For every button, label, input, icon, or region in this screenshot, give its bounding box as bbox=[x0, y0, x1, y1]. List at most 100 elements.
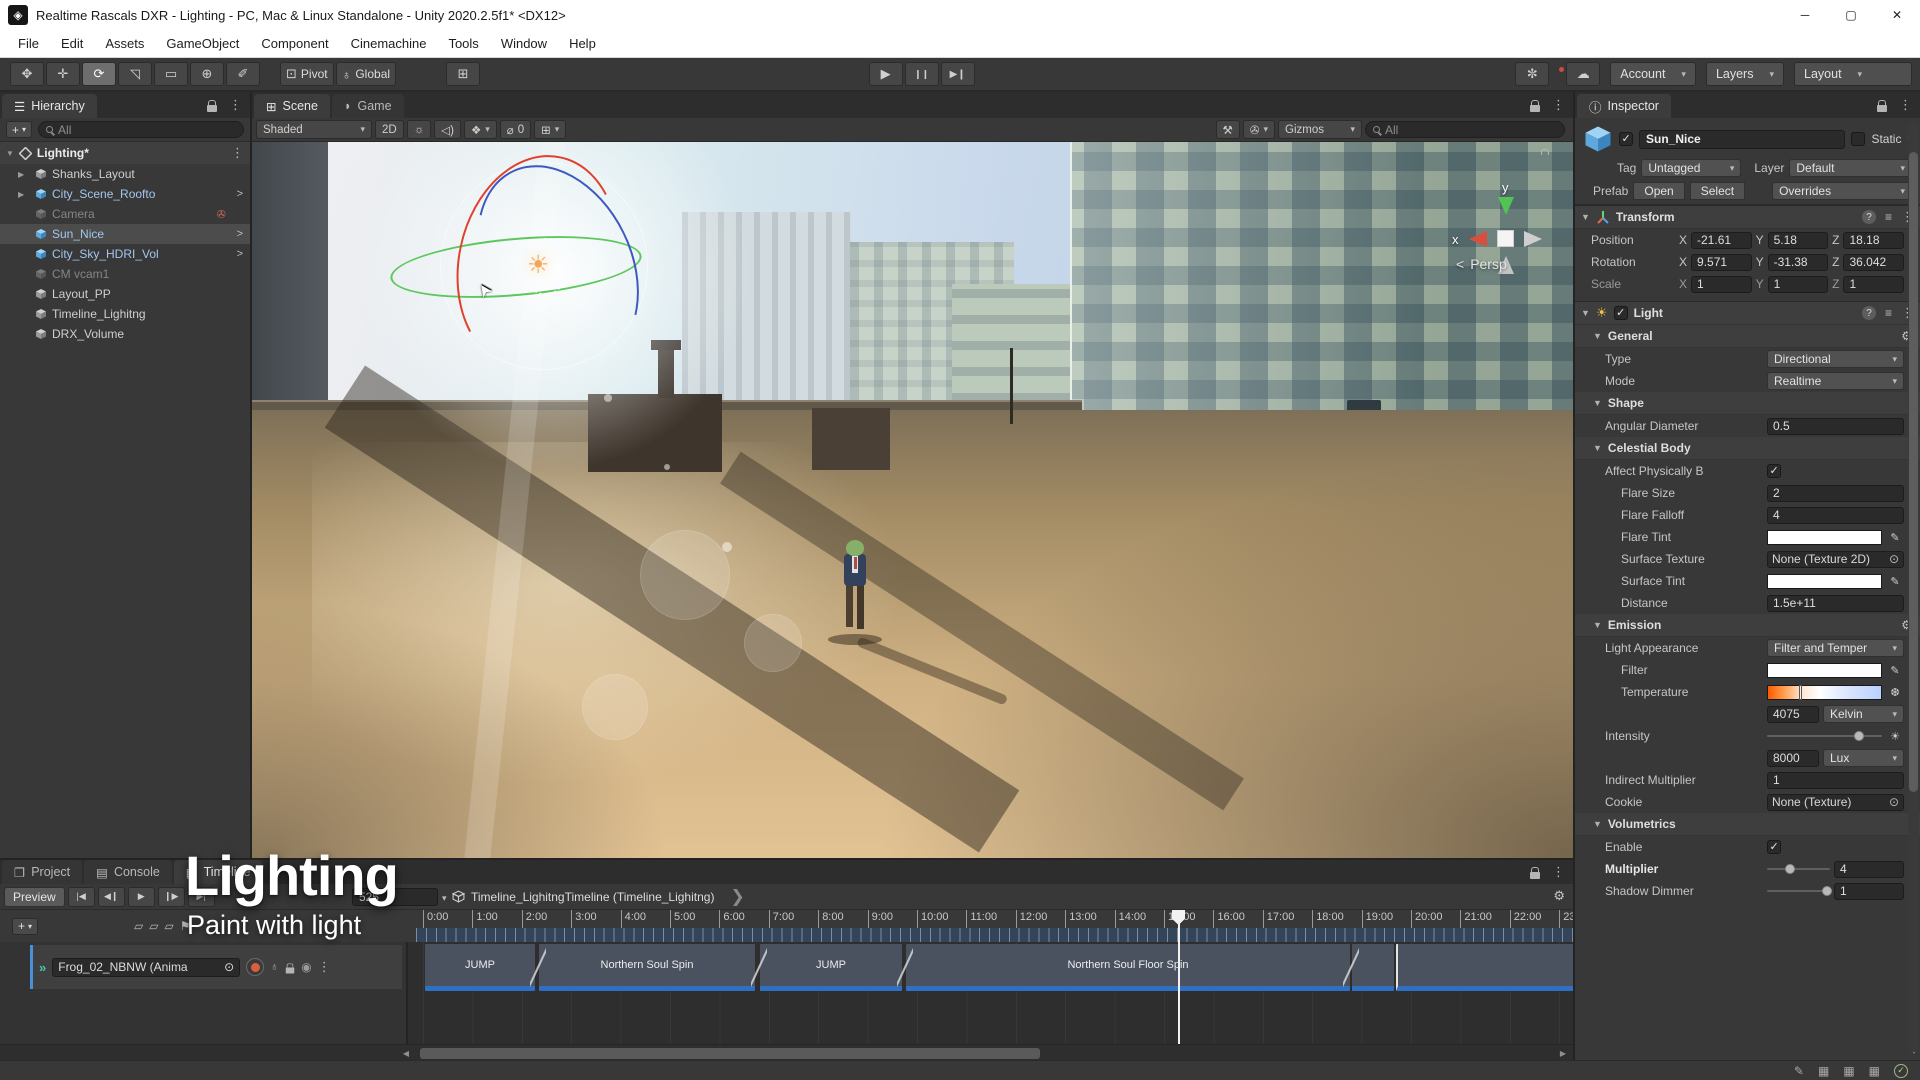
shading-mode-dropdown[interactable]: Shaded ▾ bbox=[256, 120, 372, 139]
menu-help[interactable]: Help bbox=[559, 32, 606, 56]
kebab-menu-icon[interactable]: ⋮ bbox=[231, 145, 244, 161]
object-name-field[interactable]: Sun_Nice bbox=[1639, 129, 1846, 149]
grid-snap-button[interactable]: ⊞ bbox=[446, 62, 481, 86]
maximize-button[interactable]: ▢ bbox=[1828, 0, 1874, 30]
tab-console[interactable]: ▤ Console bbox=[84, 860, 172, 884]
position-y-field[interactable]: 5.18 bbox=[1767, 231, 1829, 249]
replace-mode-button[interactable]: ▱ bbox=[164, 919, 173, 933]
animation-track-header[interactable]: » Frog_02_NBNW (Anima ⊙ ♀ ◉ ⋮ bbox=[30, 945, 402, 989]
rotation-x-field[interactable]: 9.571 bbox=[1691, 253, 1752, 271]
transform-component-header[interactable]: ▼ Transform ? ≡ ⋮ bbox=[1575, 205, 1920, 229]
temperature-slider[interactable] bbox=[1767, 684, 1882, 700]
preview-toggle[interactable]: Preview bbox=[4, 886, 65, 907]
scale-y-field[interactable]: 1 bbox=[1767, 275, 1829, 293]
filter-color-swatch[interactable] bbox=[1767, 662, 1882, 678]
scene-header-row[interactable]: ▼ Lighting* ⋮ bbox=[0, 142, 250, 164]
hierarchy-item-timeline-lighitng[interactable]: ▶ Timeline_Lighitng bbox=[0, 304, 250, 324]
multiplier-field[interactable]: 4 bbox=[1834, 860, 1904, 878]
kebab-menu-icon[interactable]: ⋮ bbox=[1552, 864, 1565, 880]
light-appearance-dropdown[interactable]: Filter and Temper ▾ bbox=[1767, 639, 1904, 657]
scale-tool-button[interactable]: ◹ bbox=[118, 62, 152, 86]
foldout-open-icon[interactable]: ▼ bbox=[1593, 331, 1602, 341]
minimize-button[interactable]: ─ bbox=[1782, 0, 1828, 30]
surface-texture-field[interactable]: None (Texture 2D) ⊙ bbox=[1767, 550, 1904, 568]
prefab-open-button[interactable]: Open bbox=[1633, 182, 1685, 200]
scene-audio-toggle[interactable]: ◁) bbox=[434, 120, 461, 139]
frame-field[interactable]: 525 bbox=[352, 887, 438, 906]
layer-dropdown[interactable]: Default ▾ bbox=[1789, 159, 1912, 177]
projection-label[interactable]: < Persp bbox=[1456, 256, 1507, 272]
rotation-z-field[interactable]: 36.042 bbox=[1843, 253, 1905, 271]
lock-icon[interactable] bbox=[1530, 99, 1540, 112]
layers-dropdown[interactable]: Layers ▾ bbox=[1705, 62, 1785, 86]
distance-field[interactable]: 1.5e+11 bbox=[1767, 594, 1904, 612]
step-button[interactable]: ▶❙ bbox=[940, 62, 975, 86]
temperature-unit-dropdown[interactable]: Kelvin ▾ bbox=[1823, 705, 1904, 723]
foldout-open-icon[interactable]: ▼ bbox=[1593, 620, 1602, 630]
close-button[interactable]: ✕ bbox=[1874, 0, 1920, 30]
axis-cone[interactable] bbox=[1524, 231, 1542, 247]
tab-project[interactable]: ❐ Project bbox=[2, 860, 83, 884]
add-object-button[interactable]: + ▾ bbox=[6, 121, 33, 138]
lock-icon[interactable] bbox=[285, 962, 295, 973]
surface-tint-swatch[interactable] bbox=[1767, 573, 1882, 589]
tab-scene[interactable]: ⊞ Scene bbox=[254, 94, 330, 118]
lock-icon[interactable] bbox=[1530, 866, 1540, 879]
menu-assets[interactable]: Assets bbox=[95, 32, 154, 56]
chevron-down-icon[interactable]: ▾ bbox=[442, 893, 447, 904]
status-check-icon[interactable]: ✓ bbox=[1894, 1063, 1908, 1078]
prefab-select-button[interactable]: Select bbox=[1689, 182, 1746, 200]
prefab-chevron-icon[interactable]: > bbox=[237, 188, 243, 200]
timeline-clip[interactable]: Northern Soul Spin bbox=[539, 944, 755, 991]
pause-button[interactable]: ❙❙ bbox=[904, 62, 939, 86]
timeline-play-button[interactable]: ▶ bbox=[127, 886, 155, 907]
status-package-icon[interactable]: ▦ bbox=[1869, 1064, 1880, 1078]
clips-lane[interactable]: JUMP Northern Soul Spin JUMP Northern Soul … bbox=[416, 942, 1573, 1044]
hierarchy-item-sun-nice[interactable]: ▶ Sun_Nice > bbox=[0, 224, 250, 244]
flare-tint-swatch[interactable] bbox=[1767, 529, 1882, 545]
flare-falloff-field[interactable]: 4 bbox=[1767, 506, 1904, 524]
next-frame-button[interactable]: ❙▶ bbox=[157, 886, 185, 907]
menu-file[interactable]: File bbox=[8, 32, 49, 56]
global-toggle[interactable]: ♁ Global bbox=[335, 62, 397, 86]
rotate-tool-button[interactable]: ⟳ bbox=[82, 62, 116, 86]
scroll-right-arrow[interactable]: ▶ bbox=[1555, 1047, 1571, 1060]
hidden-objects-toggle[interactable]: ⌀ 0 bbox=[499, 120, 532, 139]
move-tool-button[interactable]: ✛ bbox=[46, 62, 80, 86]
pin-icon[interactable]: ♀ bbox=[270, 960, 279, 974]
layout-dropdown[interactable]: Layout ▾ bbox=[1794, 62, 1913, 86]
temperature-field[interactable]: 4075 bbox=[1767, 705, 1819, 723]
shadow-dimmer-field[interactable]: 1 bbox=[1834, 882, 1904, 900]
play-button[interactable]: ▶ bbox=[868, 62, 903, 86]
help-icon[interactable]: ? bbox=[1861, 210, 1876, 224]
hierarchy-search-input[interactable]: All bbox=[38, 121, 244, 138]
intensity-field[interactable]: 8000 bbox=[1767, 749, 1819, 767]
status-package-icon[interactable]: ▦ bbox=[1818, 1064, 1829, 1078]
volumetrics-enable-checkbox[interactable] bbox=[1767, 840, 1781, 854]
light-type-dropdown[interactable]: Directional ▾ bbox=[1767, 350, 1904, 368]
scene-viewport[interactable]: ☀ ➤ y x < Persp bbox=[252, 142, 1573, 858]
eyedropper-icon[interactable]: ✎ bbox=[1886, 531, 1904, 544]
collab-button[interactable]: ✼ bbox=[1515, 62, 1550, 86]
volumetrics-section-header[interactable]: ▼ Volumetrics bbox=[1575, 813, 1920, 836]
eyedropper-icon[interactable]: ✎ bbox=[1886, 664, 1904, 677]
transform-tool-button[interactable]: ⊕ bbox=[190, 62, 224, 86]
position-x-field[interactable]: -21.61 bbox=[1691, 231, 1752, 249]
prefab-overrides-dropdown[interactable]: Overrides ▾ bbox=[1772, 182, 1912, 200]
tab-game[interactable]: ◗ Game bbox=[331, 94, 404, 118]
intensity-slider[interactable] bbox=[1767, 729, 1882, 743]
scale-x-field[interactable]: 1 bbox=[1691, 275, 1752, 293]
multiplier-slider[interactable] bbox=[1767, 862, 1830, 876]
add-track-button[interactable]: + ▾ bbox=[12, 917, 39, 935]
cookie-field[interactable]: None (Texture) ⊙ bbox=[1767, 793, 1904, 811]
light-mode-dropdown[interactable]: Realtime ▾ bbox=[1767, 372, 1904, 390]
mix-mode-button[interactable]: ▱ bbox=[134, 919, 143, 933]
status-pen-icon[interactable]: ✎ bbox=[1794, 1064, 1804, 1078]
x-axis-cone[interactable] bbox=[1469, 231, 1487, 247]
previous-frame-button[interactable]: ◀❙ bbox=[97, 886, 125, 907]
celestial-body-section-header[interactable]: ▼ Celestial Body bbox=[1575, 437, 1920, 460]
flare-size-field[interactable]: 2 bbox=[1767, 484, 1904, 502]
affect-physically-checkbox[interactable] bbox=[1767, 464, 1781, 478]
foldout-open-icon[interactable]: ▼ bbox=[1593, 398, 1602, 408]
hierarchy-item-city-scene-rooftop[interactable]: ▶ City_Scene_Roofto > bbox=[0, 184, 250, 204]
